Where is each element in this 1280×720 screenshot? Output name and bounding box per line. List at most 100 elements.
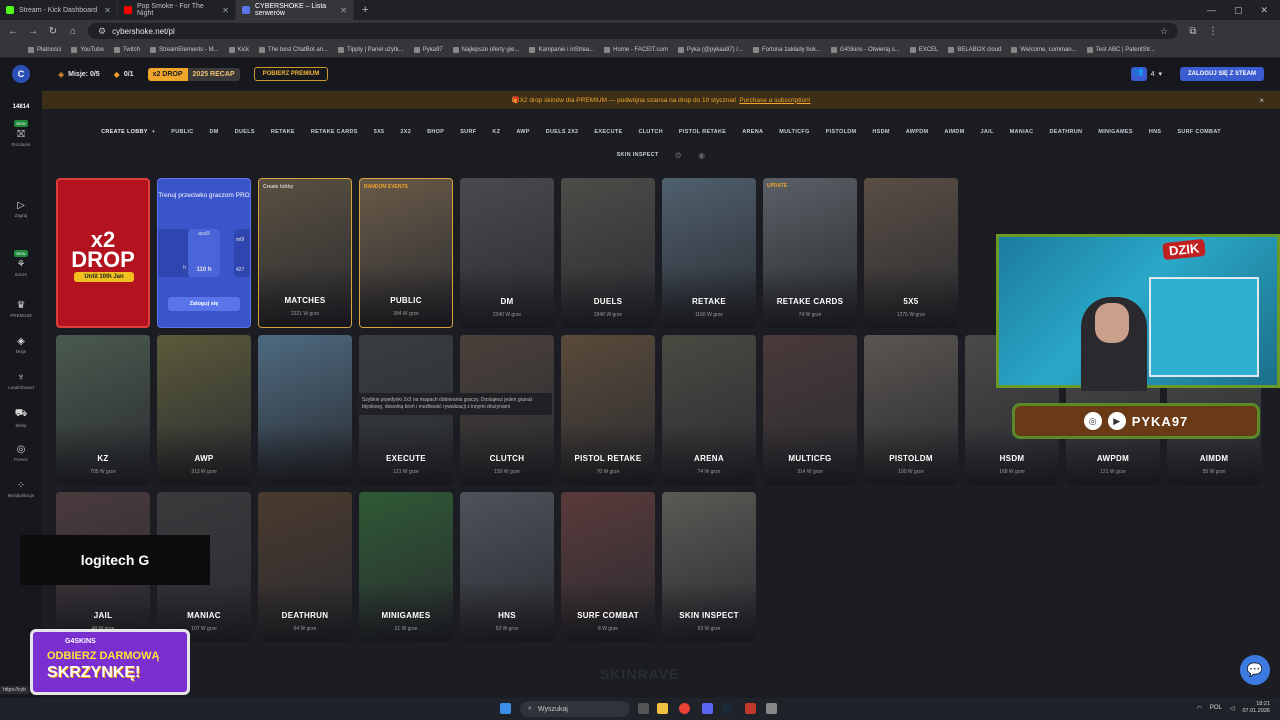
missions-counter[interactable]: ◈ Misje: 0/5 [58,70,100,79]
mode-filter-item[interactable]: DEATHRUN [1049,129,1082,135]
mode-filter-item[interactable]: 2X2 [400,129,411,135]
mode-card[interactable] [258,335,352,485]
obs-icon[interactable] [745,703,756,714]
site-info-icon[interactable]: ⚙ [98,26,106,37]
bookmark-item[interactable]: Kampanie i inStrea... [529,46,594,53]
bookmark-item[interactable]: G4Skins - Otwieraj s... [831,46,900,53]
support-chat-icon[interactable]: 💬 [1240,655,1270,685]
close-window-icon[interactable]: ✕ [1260,5,1268,16]
mode-card[interactable]: UPDATE RETAKE CARDS 74 W grze [763,178,857,328]
subscribe-link[interactable]: Purchase a subscription! [739,97,810,104]
mode-filter-item[interactable]: HNS [1149,129,1162,135]
sidebar-item[interactable]: ♆ Leaderboard [0,372,42,390]
wifi-icon[interactable]: ◠ [1197,705,1202,712]
close-banner-icon[interactable]: × [1259,96,1264,105]
sidebar-item[interactable]: ▷ Zagraj [0,200,42,218]
mode-filter-item[interactable]: MINIGAMES [1098,129,1132,135]
bookmark-item[interactable]: Welcome, comman... [1011,46,1077,53]
mode-filter-item[interactable]: DUELS 2X2 [546,129,579,135]
mode-card[interactable]: MULTICFG 314 W grze [763,335,857,485]
train-vs-pro-card[interactable]: Trenuj przeciwko graczom PRO h acoR 110 … [157,178,251,328]
reload-icon[interactable]: ↻ [48,26,58,37]
language-indicator[interactable]: POL [1210,705,1222,711]
mode-filter-item[interactable]: KZ [492,129,500,135]
mode-filter-item[interactable]: HSDM [872,129,889,135]
mode-filter-item[interactable]: AWPDM [906,129,929,135]
mode-card[interactable]: RETAKE 1166 W grze [662,178,756,328]
bookmark-item[interactable]: Home - FACEIT.com [604,46,668,53]
clock[interactable]: 18:21 07.01.2026 [1242,701,1270,715]
bookmark-item[interactable]: Fortuna zakłady buk... [752,46,821,53]
mode-filter-item[interactable]: EXECUTE [594,129,622,135]
sidebar-item[interactable]: ◈ Misje [0,336,42,354]
mode-filter-item[interactable]: PISTOL RETAKE [679,129,726,135]
bookmark-item[interactable]: Kick [228,46,249,53]
mode-filter-item[interactable]: AWP [516,129,529,135]
mode-filter-item[interactable]: MULTICFG [779,129,809,135]
mode-filter-item[interactable]: PUBLIC [171,129,193,135]
mode-filter-item[interactable]: 5X5 [374,129,385,135]
bookmark-item[interactable]: Pyka97 [413,46,443,53]
mode-filter-item[interactable]: BHOP [427,129,444,135]
menu-icon[interactable]: ⋮ [1208,26,1218,37]
mode-card[interactable]: DUELS 2948 W grze [561,178,655,328]
mode-card[interactable]: DM 2340 W grze [460,178,554,328]
bookmark-item[interactable]: Najlepsze oferty gie... [452,46,519,53]
mode-card[interactable]: SKIN INSPECT 53 W grze [662,492,756,642]
mode-filter-item[interactable]: SURF COMBAT [1177,129,1221,135]
mode-card[interactable]: SURF COMBAT 8 W grze [561,492,655,642]
bookmark-item[interactable]: Twitch [113,46,140,53]
bookmark-item[interactable]: The best ChatBot an... [258,46,328,53]
x2-drop-promo-card[interactable]: x2 DROP Until 10th Jan [56,178,150,328]
browser-tab[interactable]: Stream - Kick Dashboard ✕ [0,0,118,20]
bookmark-item[interactable]: StreamElements - M... [149,46,219,53]
mode-filter-item[interactable]: PISTOLDM [826,129,857,135]
bookmark-item[interactable]: EXCEL [909,46,938,53]
add-lobby-icon[interactable]: + [152,129,156,135]
mode-filter-item[interactable]: MANIAC [1010,129,1034,135]
mode-filter-item[interactable]: CLUTCH [638,129,662,135]
tab-close-icon[interactable]: ✕ [340,6,347,15]
settings-icon[interactable]: ⚙ [675,151,682,160]
sidebar-item[interactable]: ⛟ Sklep [0,408,42,428]
taskbar-search[interactable]: ⌕ Wyszukaj [520,701,630,717]
recap-pill[interactable]: 2025 RECAP [187,67,240,81]
extensions-icon[interactable]: ⧉ [1188,26,1198,37]
mode-card[interactable]: DEATHRUN 64 W grze [258,492,352,642]
mode-filter-item[interactable]: RETAKE CARDS [311,129,358,135]
sidebar-item[interactable]: ⁘ Minialplikacje [0,480,42,498]
forward-icon[interactable]: → [28,26,38,37]
bookmark-star-icon[interactable]: ☆ [1160,26,1168,37]
mode-filter-item[interactable]: DM [210,129,219,135]
volume-icon[interactable]: ◁ [1230,705,1235,712]
sidebar-item[interactable]: NEW ⚘ Itecze [0,250,42,277]
home-icon[interactable]: ⌂ [68,26,78,37]
online-friends[interactable]: 👥 4 ▾ [1130,67,1162,81]
windows-start-icon[interactable] [500,703,511,714]
mode-filter-item[interactable]: AIMDM [944,129,964,135]
new-tab-button[interactable]: + [354,4,376,16]
chrome-icon[interactable] [679,703,690,714]
browser-tab[interactable]: Pop Smoke - For The Night ✕ [118,0,236,20]
bookmark-item[interactable]: YouTube [71,46,104,53]
tokens-counter[interactable]: ◆ 0/1 [114,70,134,79]
mode-filter-item[interactable]: CREATE LOBBY [101,129,148,135]
mode-card[interactable]: AWP 313 W grze [157,335,251,485]
bookmark-item[interactable]: Test ABC | PatentStr... [1086,46,1155,53]
bookmark-item[interactable]: Tipply | Panel użytk... [338,46,404,53]
mode-filter-item[interactable]: SKIN INSPECT [617,152,659,158]
mode-filter-item[interactable]: RETAKE [271,129,295,135]
bookmark-item[interactable]: BELABOX cloud [948,46,1001,53]
mode-card[interactable]: KZ 705 W grze [56,335,150,485]
sidebar-item[interactable]: ♛ PREMIUM [0,300,42,318]
pro-login-button[interactable]: Zaloguj się [168,297,240,311]
maximize-icon[interactable]: ▢ [1234,5,1243,16]
steam-login-button[interactable]: ZALOGUJ SIĘ Z STEAM [1179,67,1264,81]
mode-filter-item[interactable]: DUELS [235,129,255,135]
discord-icon[interactable] [702,703,713,714]
mode-card[interactable]: ARENA 74 W grze [662,335,756,485]
sidebar-item[interactable]: NEW ⛝ Rozdanie [0,120,42,147]
bookmark-item[interactable]: Pyka (@pykaa97) /... [677,46,743,53]
mode-filter-item[interactable]: ARENA [742,129,763,135]
cybershoke-logo[interactable]: C [12,65,30,83]
